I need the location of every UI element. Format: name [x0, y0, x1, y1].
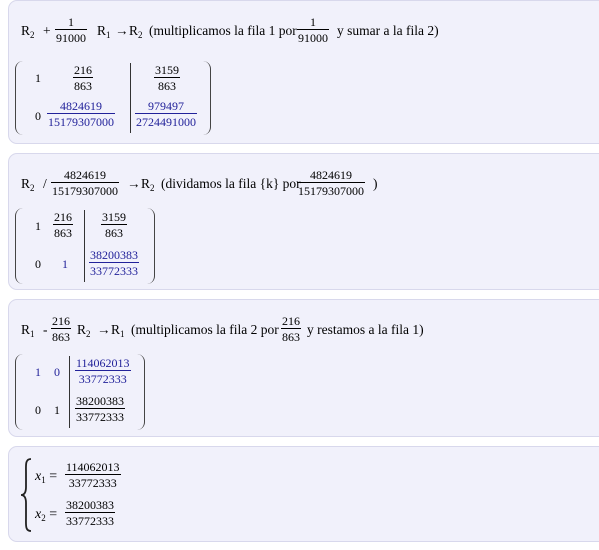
solution-x2-value: 38200383 33772333 [65, 498, 115, 528]
step-description: (dividamos la fila {k} por [161, 176, 301, 191]
matrix-cell: 114062013 33772333 [75, 356, 131, 386]
step-2-card: R2 / 4824619 15179307000 → R2 (dividamos … [8, 153, 599, 290]
matrix-right-paren [203, 61, 211, 135]
augmented-divider [130, 63, 131, 133]
operator: + [43, 23, 51, 38]
augmented-divider [84, 210, 85, 282]
step-3-card: R1 - 216 863 R2 → R1 (multiplicamos la fi… [8, 299, 599, 437]
matrix-cell: 1 [35, 71, 41, 85]
row-label: R1 [21, 322, 35, 339]
solution-x1: x1 = [35, 469, 58, 485]
step-description: (multiplicamos la fila 2 por [131, 322, 279, 337]
row-label: R2 [21, 23, 35, 40]
description-fraction: 4824619 15179307000 [297, 168, 365, 198]
solution-card: x1 = 114062013 33772333 x2 = 38200383 3377… [8, 446, 599, 542]
solution-x1-value: 114062013 33772333 [65, 460, 121, 490]
source-row-label: R1 [97, 23, 111, 40]
arrow-icon: → [115, 23, 129, 38]
left-brace-icon [20, 458, 32, 532]
matrix-right-paren [147, 208, 155, 284]
matrix-right-paren [137, 354, 145, 430]
matrix-cell: 3159 863 [101, 210, 127, 240]
matrix-cell: 0 [35, 109, 41, 123]
matrix-left-paren [15, 354, 23, 430]
matrix-cell: 38200383 33772333 [89, 248, 139, 278]
augmented-divider [69, 356, 70, 428]
step-description: (multiplicamos la fila 1 por [149, 23, 297, 38]
coefficient-fraction: 4824619 15179307000 [51, 168, 119, 198]
matrix-cell: 979497 2724491000 [135, 99, 197, 129]
row-label: R2 [21, 176, 35, 193]
matrix-cell: 1 [62, 257, 68, 271]
arrow-icon: → [97, 322, 111, 337]
matrix-cell: 1 [54, 403, 60, 417]
step-description-end: y restamos a la fila 1) [307, 322, 424, 337]
matrix-cell: 0 [35, 403, 41, 417]
coefficient-fraction: 1 91000 [55, 15, 87, 45]
step-2-operation: R2 / 4824619 15179307000 → R2 (dividamos … [21, 168, 581, 206]
matrix-cell: 0 [54, 365, 60, 379]
step-description-end: ) [373, 176, 378, 191]
step-1-card: R2 + 1 91000 R1 → R2 (multiplicamos la fi… [8, 0, 599, 144]
target-row-label: R1 [111, 322, 125, 339]
description-fraction: 216 863 [281, 314, 301, 344]
matrix-cell: 3159 863 [154, 63, 180, 93]
step-description-end: y sumar a la fila 2) [337, 23, 439, 38]
matrix-left-paren [15, 208, 23, 284]
step-1-operation: R2 + 1 91000 R1 → R2 (multiplicamos la fi… [21, 15, 581, 53]
matrix-cell: 216 863 [73, 63, 93, 93]
matrix-left-paren [15, 61, 23, 135]
matrix-cell: 216 863 [53, 210, 73, 240]
matrix-cell: 0 [35, 257, 41, 271]
arrow-icon: → [127, 176, 141, 191]
matrix-cell: 1 [35, 219, 41, 233]
step-3-operation: R1 - 216 863 R2 → R1 (multiplicamos la fi… [21, 314, 581, 352]
matrix-cell: 4824619 15179307000 [47, 99, 115, 129]
target-row-label: R2 [141, 176, 155, 193]
operator: - [43, 322, 48, 337]
coefficient-fraction: 216 863 [51, 314, 71, 344]
target-row-label: R2 [129, 23, 143, 40]
matrix-cell: 1 [35, 365, 41, 379]
description-fraction: 1 91000 [297, 15, 329, 45]
operator: / [43, 176, 47, 191]
solution-x2: x2 = [35, 507, 58, 523]
matrix-cell: 38200383 33772333 [75, 394, 125, 424]
source-row-label: R2 [77, 322, 91, 339]
